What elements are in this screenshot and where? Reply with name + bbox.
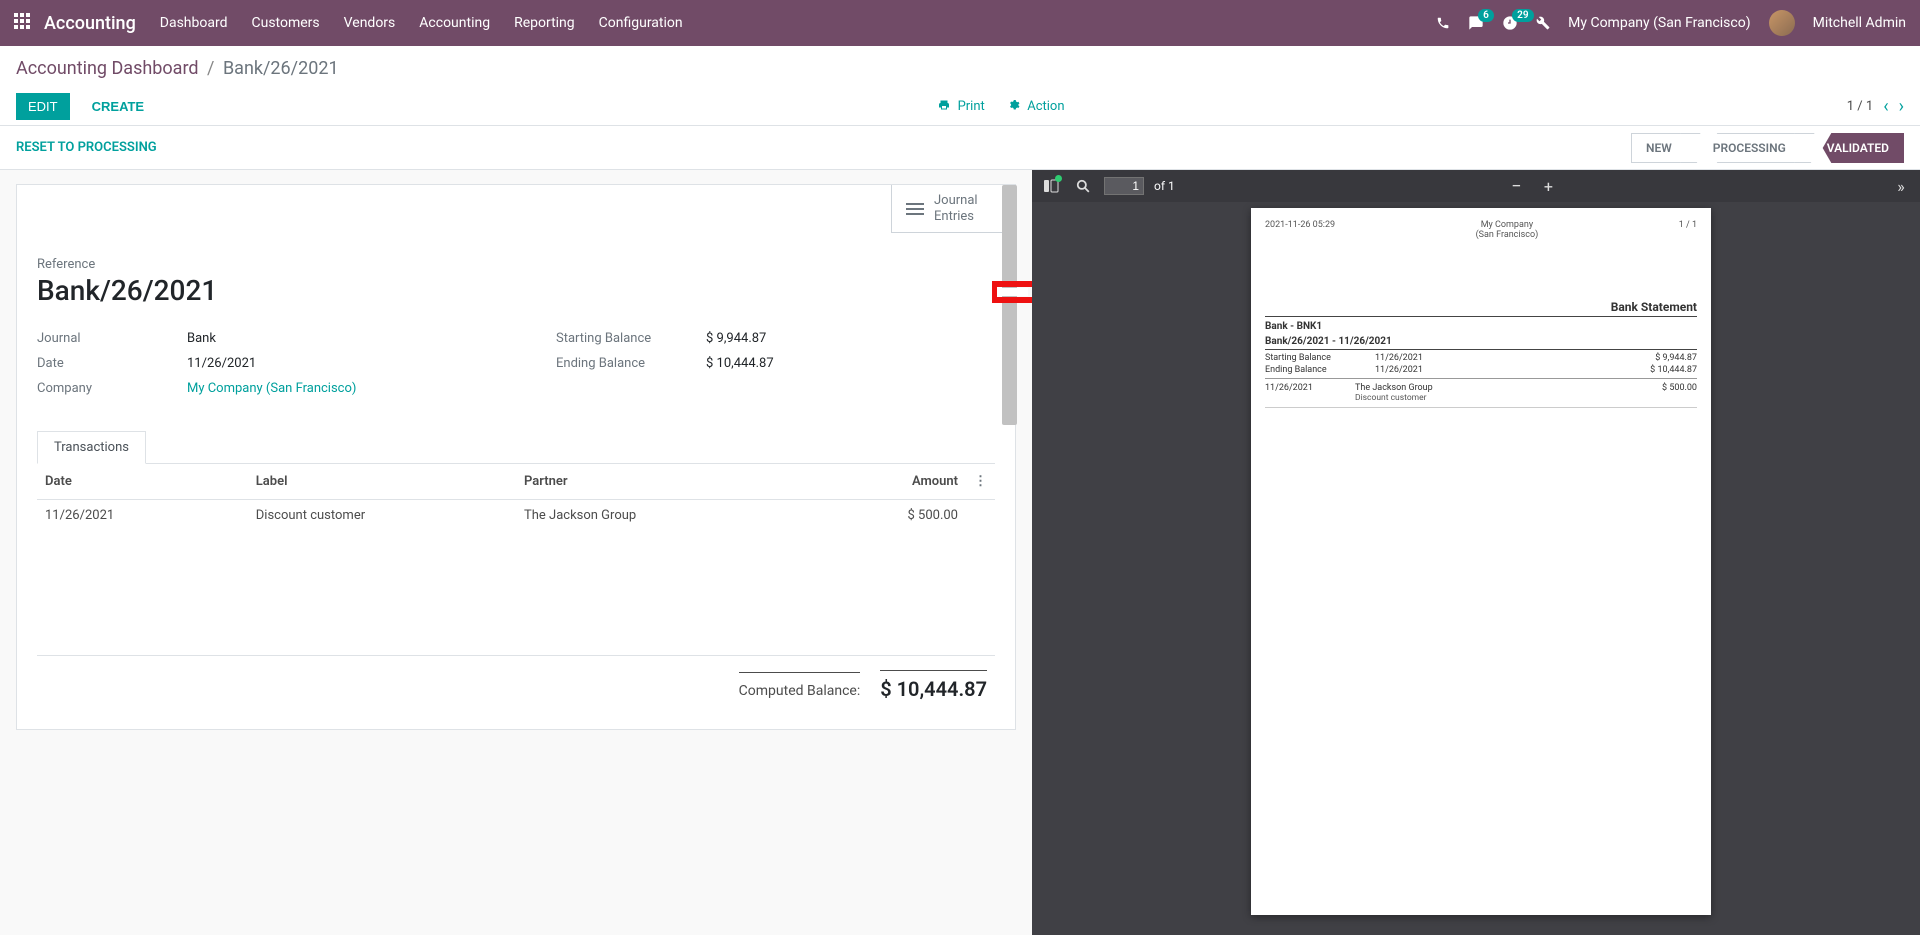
messages-badge: 6 [1478, 9, 1494, 22]
pdf-title: Bank Statement [1265, 300, 1697, 317]
pdf-sub2: Bank/26/2021 - 11/26/2021 [1265, 336, 1697, 347]
th-date[interactable]: Date [37, 464, 248, 500]
pdf-page-of: of 1 [1154, 179, 1175, 193]
list-icon [906, 200, 924, 218]
form-view: Journal Entries Reference Bank/26/2021 J… [0, 170, 1032, 935]
activities-icon[interactable]: 29 [1502, 15, 1518, 31]
tools-icon[interactable]: » [1890, 175, 1912, 197]
th-label[interactable]: Label [248, 464, 516, 500]
company-selector[interactable]: My Company (San Francisco) [1568, 15, 1750, 31]
navbar: Accounting Dashboard Customers Vendors A… [0, 0, 1920, 46]
tabs: Transactions [37, 430, 995, 464]
nav-customers[interactable]: Customers [252, 15, 320, 31]
status-dot [1055, 175, 1062, 182]
phone-icon[interactable] [1436, 16, 1450, 30]
pdf-toolbar: of 1 − + » [1032, 170, 1920, 202]
nav-vendors[interactable]: Vendors [344, 15, 396, 31]
date-label: Date [37, 356, 187, 371]
pdf-header-pages: 1 / 1 [1679, 220, 1697, 240]
journal-label: Journal [37, 331, 187, 346]
nav-accounting[interactable]: Accounting [419, 15, 490, 31]
zoom-in-icon[interactable]: + [1537, 175, 1559, 197]
ending-balance-label: Ending Balance [556, 356, 706, 371]
print-button[interactable]: Print [938, 99, 988, 114]
breadcrumb-parent[interactable]: Accounting Dashboard [16, 58, 199, 79]
th-amount[interactable]: Amount [823, 464, 966, 500]
user-name[interactable]: Mitchell Admin [1813, 15, 1906, 31]
apps-icon[interactable] [14, 13, 30, 33]
reference-label: Reference [37, 257, 995, 272]
pdf-viewer: of 1 − + » 2021-11-26 05:29 My Company (… [1032, 170, 1920, 935]
status-stages: NEW PROCESSING VALIDATED [1631, 133, 1904, 163]
column-options-icon[interactable]: ⋮ [966, 464, 995, 500]
nav-menu: Dashboard Customers Vendors Accounting R… [160, 15, 1436, 31]
starting-balance-value: $ 9,944.87 [706, 331, 766, 346]
stage-new[interactable]: NEW [1631, 133, 1690, 163]
sidebar-toggle-icon[interactable] [1040, 175, 1062, 197]
nav-dashboard[interactable]: Dashboard [160, 15, 228, 31]
breadcrumb: Accounting Dashboard / Bank/26/2021 [16, 58, 1904, 79]
pager-count: 1 / 1 [1847, 99, 1873, 114]
messages-icon[interactable]: 6 [1468, 15, 1484, 31]
pager-prev[interactable]: ‹ [1883, 96, 1888, 117]
create-button[interactable]: CREATE [80, 93, 156, 120]
journal-value: Bank [187, 331, 216, 346]
edit-button[interactable]: EDIT [16, 93, 70, 120]
date-value: 11/26/2021 [187, 356, 256, 371]
journal-entries-button[interactable]: Journal Entries [891, 185, 1015, 233]
computed-balance-label: Computed Balance: [739, 672, 861, 699]
debug-icon[interactable] [1536, 16, 1550, 30]
status-bar: RESET TO PROCESSING NEW PROCESSING VALID… [0, 126, 1920, 170]
pdf-page: 2021-11-26 05:29 My Company (San Francis… [1251, 208, 1711, 915]
ending-balance-value: $ 10,444.87 [706, 356, 774, 371]
pdf-sub1: Bank - BNK1 [1265, 321, 1697, 332]
tab-transactions[interactable]: Transactions [37, 431, 146, 464]
nav-right: 6 29 My Company (San Francisco) Mitchell… [1436, 10, 1906, 36]
pager-next[interactable]: › [1899, 96, 1904, 117]
reset-to-processing-button[interactable]: RESET TO PROCESSING [16, 140, 157, 155]
starting-balance-label: Starting Balance [556, 331, 706, 346]
pdf-page-input[interactable] [1104, 177, 1144, 195]
computed-balance-value: $ 10,444.87 [880, 670, 987, 701]
company-label: Company [37, 381, 187, 396]
pdf-header-date: 2021-11-26 05:29 [1265, 220, 1335, 240]
reference-value: Bank/26/2021 [37, 274, 995, 307]
th-partner[interactable]: Partner [516, 464, 823, 500]
zoom-out-icon[interactable]: − [1505, 175, 1527, 197]
annotation-arrow [992, 270, 1032, 318]
transactions-table: Date Label Partner Amount ⋮ 11/26/2021 D… [37, 464, 995, 651]
form-sheet: Journal Entries Reference Bank/26/2021 J… [16, 184, 1016, 730]
control-panel: Accounting Dashboard / Bank/26/2021 EDIT… [0, 46, 1920, 126]
action-button[interactable]: Action [1008, 99, 1065, 114]
company-value[interactable]: My Company (San Francisco) [187, 381, 356, 396]
table-row[interactable]: 11/26/2021 Discount customer The Jackson… [37, 500, 995, 532]
breadcrumb-current: Bank/26/2021 [223, 58, 339, 79]
search-icon[interactable] [1072, 175, 1094, 197]
activities-badge: 29 [1512, 9, 1533, 22]
nav-configuration[interactable]: Configuration [599, 15, 683, 31]
nav-reporting[interactable]: Reporting [514, 15, 575, 31]
avatar[interactable] [1769, 10, 1795, 36]
brand[interactable]: Accounting [44, 13, 136, 34]
